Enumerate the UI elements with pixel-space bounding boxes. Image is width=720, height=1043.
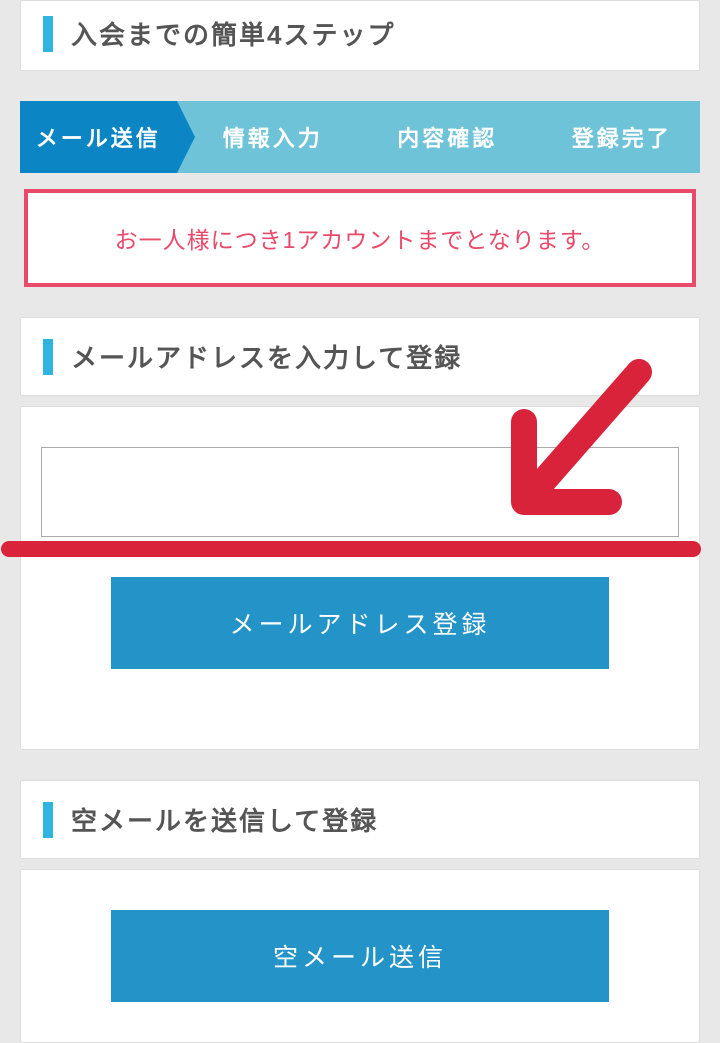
step-mail-send: メール送信: [20, 101, 177, 173]
empty-mail-send-button[interactable]: 空メール送信: [111, 910, 609, 1002]
header-card: 入会までの簡単4ステップ: [20, 0, 700, 71]
email-register-button[interactable]: メールアドレス登録: [111, 577, 609, 669]
email-form-body: メールアドレス登録: [21, 407, 699, 709]
account-limit-notice: お一人様につき1アカウントまでとなります。: [24, 189, 696, 287]
step-label: メール送信: [36, 121, 161, 153]
email-section-header-card: メールアドレスを入力して登録: [20, 317, 700, 396]
empty-mail-section-header-card: 空メールを送信して登録: [20, 780, 700, 859]
underline-annotation-icon: [1, 537, 720, 561]
notice-text: お一人様につき1アカウントまでとなります。: [115, 227, 606, 253]
email-section-header: メールアドレスを入力して登録: [21, 318, 699, 395]
step-info-input: 情報入力: [177, 101, 352, 173]
email-register-label: メールアドレス登録: [229, 611, 490, 639]
step-label: 登録完了: [572, 121, 672, 153]
step-progress: メール送信 情報入力 内容確認 登録完了: [20, 101, 700, 173]
empty-mail-send-label: 空メール送信: [273, 944, 447, 972]
accent-bar: [43, 802, 53, 838]
page-title: 入会までの簡単4ステップ: [71, 15, 395, 52]
email-input[interactable]: [41, 447, 679, 537]
step-label: 情報入力: [223, 121, 323, 153]
header-row: 入会までの簡単4ステップ: [21, 1, 699, 70]
empty-mail-section-title: 空メールを送信して登録: [71, 801, 378, 838]
step-complete: 登録完了: [526, 101, 701, 173]
accent-bar: [43, 16, 53, 52]
empty-mail-form-card: 空メール送信: [20, 869, 700, 1043]
email-section-title: メールアドレスを入力して登録: [71, 338, 462, 375]
empty-mail-section-header: 空メールを送信して登録: [21, 781, 699, 858]
step-label: 内容確認: [397, 121, 497, 153]
accent-bar: [43, 339, 53, 375]
email-form-card: メールアドレス登録: [20, 406, 700, 750]
step-confirm: 内容確認: [351, 101, 526, 173]
